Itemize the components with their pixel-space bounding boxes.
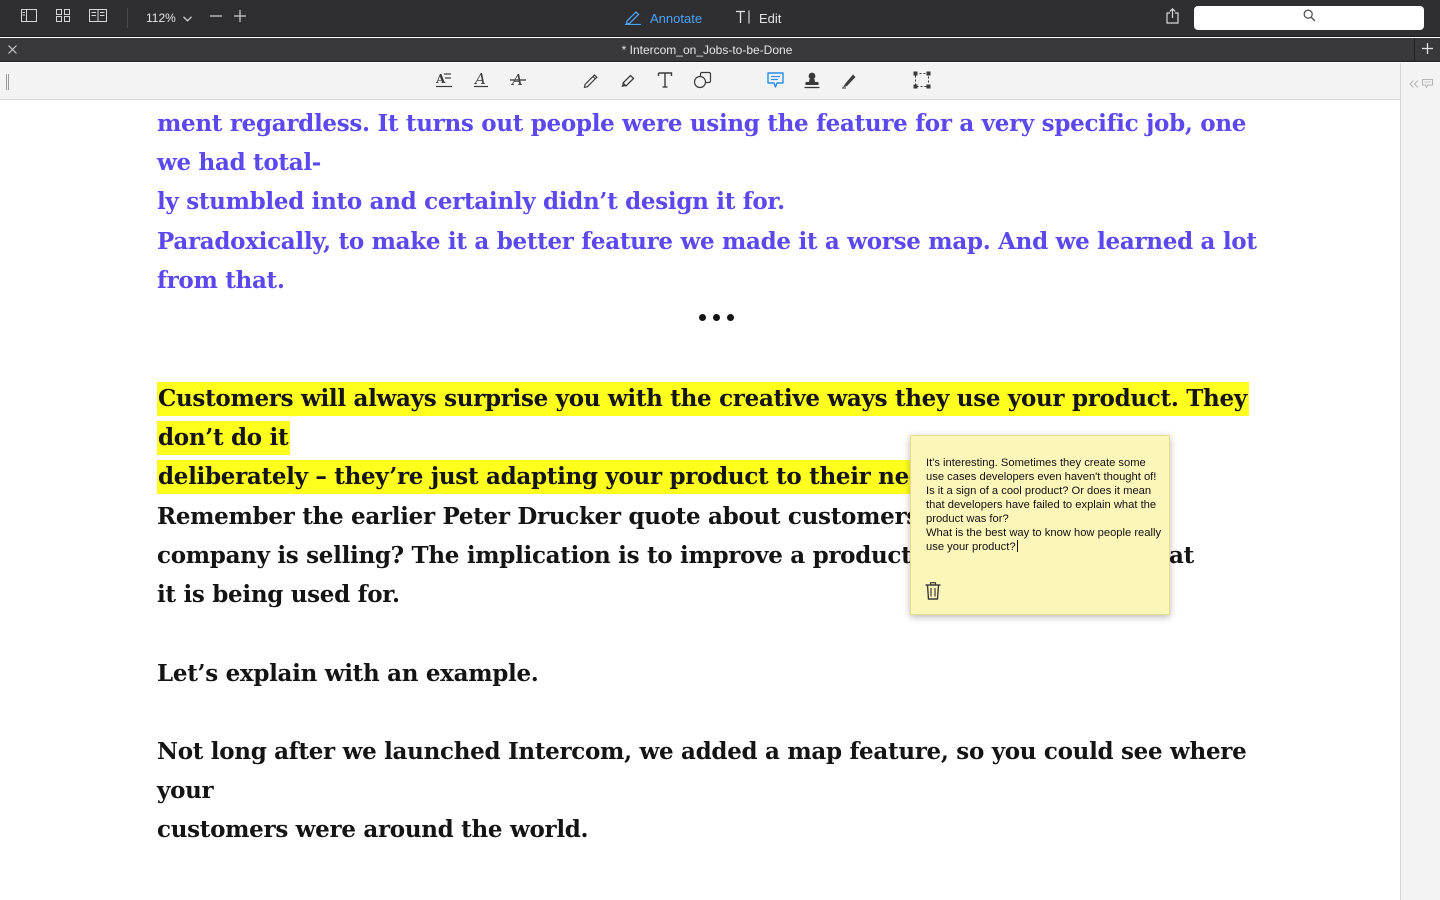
shapes-tool[interactable] xyxy=(691,71,713,94)
edit-mode-label: Edit xyxy=(759,10,782,26)
svg-text:A: A xyxy=(473,71,486,88)
thumbnails-icon xyxy=(56,9,70,27)
search-icon xyxy=(1303,9,1316,27)
plus-icon xyxy=(1422,41,1433,59)
paragraph-example: Let’s explain with an example. xyxy=(157,654,1277,693)
separator-dot xyxy=(713,314,720,321)
text-edit-tool[interactable]: A xyxy=(433,72,455,92)
highlighter-tool[interactable] xyxy=(617,72,639,92)
text-line: Not long after we launched Intercom, we … xyxy=(157,738,1247,804)
text-line: Let’s explain with an example. xyxy=(157,660,539,687)
document-tab-title[interactable]: * Intercom_on_Jobs-to-be-Done xyxy=(0,43,1414,57)
new-tab-button[interactable] xyxy=(1414,38,1440,62)
separator-dot xyxy=(727,314,734,321)
trash-icon xyxy=(925,582,941,605)
signature-tool[interactable] xyxy=(838,72,860,92)
toolbar-divider xyxy=(127,8,128,28)
toolbar-grip-handle[interactable] xyxy=(6,74,9,90)
paragraph-quote-1: ment regardless. It turns out people wer… xyxy=(157,104,1277,221)
share-button[interactable] xyxy=(1162,7,1182,29)
text-line: company is selling? The implication is t… xyxy=(157,542,996,569)
document-page[interactable]: ment regardless. It turns out people wer… xyxy=(0,100,1400,900)
section-separator xyxy=(699,314,734,321)
highlighter-icon xyxy=(619,71,637,94)
tab-bar: * Intercom_on_Jobs-to-be-Done xyxy=(0,38,1440,62)
comments-icon[interactable] xyxy=(1422,75,1433,93)
chevron-down-icon xyxy=(182,9,192,27)
paragraph-map-feature: Not long after we launched Intercom, we … xyxy=(157,732,1277,849)
annotation-toolbar: A A A xyxy=(0,63,1400,100)
text-style-tool[interactable]: A xyxy=(470,70,492,93)
text-line-fragment: at xyxy=(1169,542,1194,569)
text-style-icon: A xyxy=(472,70,490,93)
pencil-tool[interactable] xyxy=(580,72,602,92)
annotations-sidebar xyxy=(1400,63,1440,900)
note-text-area[interactable]: It's interesting. Sometimes they create … xyxy=(926,456,1162,554)
edit-mode-button[interactable]: Edit xyxy=(735,9,781,27)
zoom-in-icon xyxy=(234,9,246,27)
text-line: customers were around the world. xyxy=(157,816,589,843)
annotate-mode-label: Annotate xyxy=(650,10,703,26)
separator-dot xyxy=(699,314,706,321)
highlight-annotation[interactable]: deliberately – they’re just adapting you… xyxy=(157,460,962,494)
sticky-note-popup[interactable]: It's interesting. Sometimes they create … xyxy=(910,435,1170,615)
two-page-icon xyxy=(89,9,107,27)
pen-signature-icon xyxy=(840,71,858,94)
edit-text-icon xyxy=(735,10,751,27)
collapse-sidebar-icon[interactable] xyxy=(1409,75,1419,93)
zoom-out-icon xyxy=(210,9,222,27)
thumbnails-button[interactable] xyxy=(53,8,73,28)
strikethrough-tool[interactable]: A xyxy=(507,71,529,93)
zoom-level[interactable]: 112% xyxy=(146,11,176,25)
note-icon xyxy=(766,71,785,94)
stamp-icon xyxy=(803,71,821,94)
stamp-tool[interactable] xyxy=(801,72,823,92)
main-toolbar: 112% Annotate Edit xyxy=(0,0,1440,37)
note-tool[interactable] xyxy=(764,71,786,94)
text-box-tool[interactable] xyxy=(654,71,676,94)
text-line: Paradoxically, to make it a better featu… xyxy=(157,228,1257,294)
sidebar-header xyxy=(1409,75,1433,93)
strikethrough-icon: A xyxy=(509,71,527,93)
sidebar-toggle-button[interactable] xyxy=(19,8,39,28)
shapes-icon xyxy=(693,71,712,94)
sidebar-icon xyxy=(21,9,37,27)
page-layout-button[interactable] xyxy=(87,8,109,28)
search-input[interactable] xyxy=(1194,6,1424,30)
text-line: ment regardless. It turns out people wer… xyxy=(157,110,1247,176)
annotate-pen-icon xyxy=(624,9,642,28)
zoom-dropdown-button[interactable] xyxy=(180,8,194,28)
paragraph-quote-2: Paradoxically, to make it a better featu… xyxy=(157,222,1277,300)
zoom-in-button[interactable] xyxy=(232,8,248,28)
pencil-icon xyxy=(582,71,600,94)
selection-tool[interactable] xyxy=(911,71,933,94)
text-box-icon xyxy=(656,71,674,94)
zoom-out-button[interactable] xyxy=(208,8,224,28)
text-line: ly stumbled into and certainly didn’t de… xyxy=(157,188,785,215)
text-edit-icon: A xyxy=(435,71,453,93)
annotate-mode-button[interactable]: Annotate xyxy=(624,9,702,27)
delete-note-button[interactable] xyxy=(924,582,941,605)
share-icon xyxy=(1165,7,1179,29)
selection-icon xyxy=(913,71,931,94)
